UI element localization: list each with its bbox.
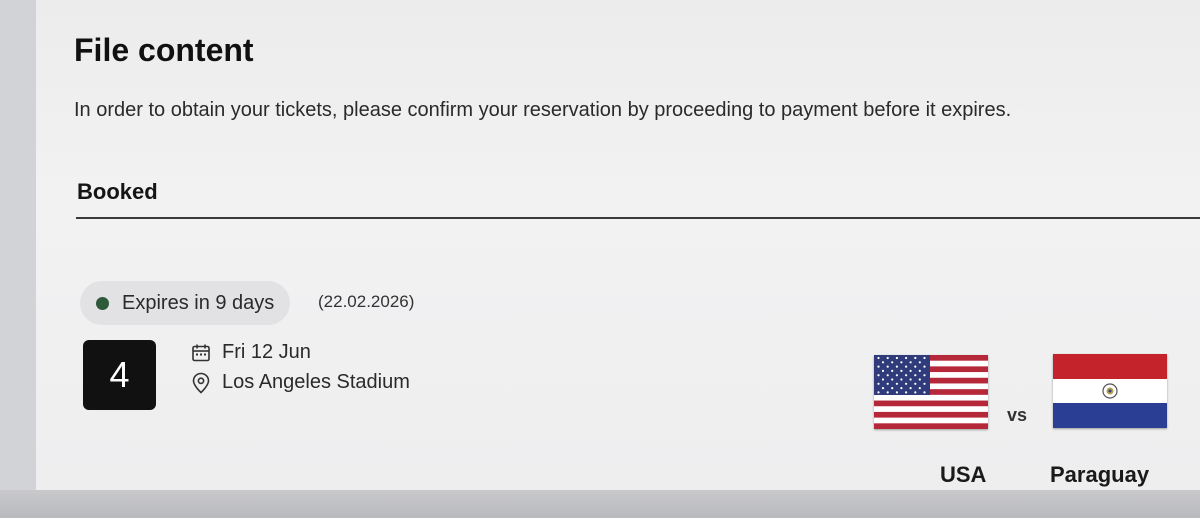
status-dot-icon [96, 296, 109, 310]
page-description: In order to obtain your tickets, please … [74, 99, 1012, 121]
expiry-status-label: Expires in 9 days [122, 291, 275, 314]
bottom-edge [0, 490, 1200, 518]
booked-section-title: Booked [77, 179, 158, 204]
usa-flag-icon [874, 355, 988, 429]
match-venue: Los Angeles Stadium [222, 371, 410, 393]
expiry-status-badge: Expires in 9 days [80, 281, 291, 325]
calendar-icon [192, 344, 210, 361]
file-content-panel: File content In order to obtain your tic… [36, 0, 1200, 490]
location-pin-icon [192, 372, 210, 394]
match-date-row: Fri 12 Jun [191, 341, 311, 364]
section-divider [76, 217, 1200, 219]
away-team-name: Paraguay [1050, 462, 1150, 487]
expiry-date: (22.02.2026) [318, 292, 415, 311]
paraguay-flag-icon [1053, 354, 1167, 428]
page-title: File content [74, 32, 254, 68]
vs-label: vs [1007, 405, 1028, 425]
home-team-name: USA [940, 462, 987, 487]
match-venue-row: Los Angeles Stadium [191, 371, 410, 394]
match-number-badge: 4 [83, 340, 156, 410]
match-date: Fri 12 Jun [222, 341, 311, 363]
match-number: 4 [109, 354, 130, 395]
